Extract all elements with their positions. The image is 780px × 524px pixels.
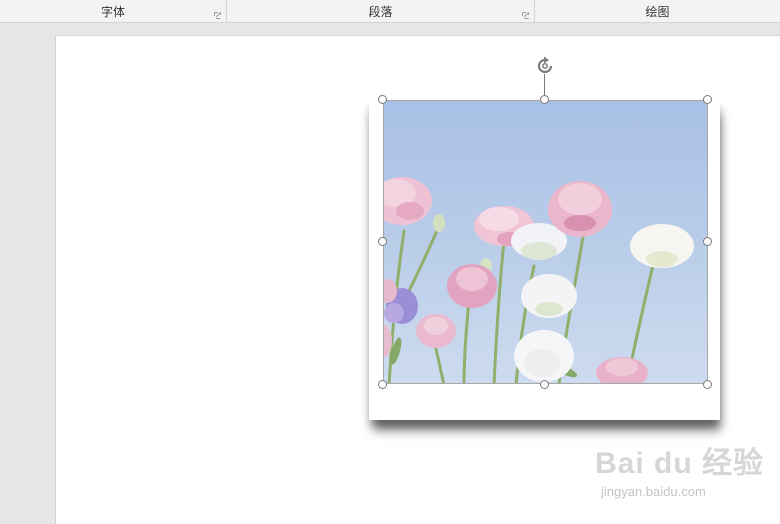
resize-handle-right[interactable] (703, 237, 712, 246)
watermark: Bai du 经验 jingyan.baidu.com (595, 438, 763, 508)
dialog-launcher-icon[interactable] (214, 12, 221, 19)
workspace-band (0, 23, 780, 35)
ribbon-group-drawing-label: 绘图 (645, 4, 670, 19)
picture[interactable] (383, 100, 708, 384)
watermark-brand: Bai du 经验 (595, 447, 765, 480)
resize-handle-top-left[interactable] (378, 95, 387, 104)
resize-handle-left[interactable] (378, 237, 387, 246)
ribbon-group-font-label: 字体 (100, 4, 125, 19)
resize-handle-top[interactable] (540, 95, 549, 104)
ribbon-group-paragraph: 段落 (227, 0, 535, 22)
resize-handle-top-right[interactable] (703, 95, 712, 104)
resize-handle-bottom-right[interactable] (703, 380, 712, 389)
ribbon-group-font: 字体 (0, 0, 227, 22)
rotate-handle-stem (544, 74, 545, 96)
rotate-icon[interactable] (534, 55, 556, 77)
watermark-url: jingyan.baidu.com (601, 484, 706, 499)
resize-handle-bottom-left[interactable] (378, 380, 387, 389)
ribbon-group-paragraph-label: 段落 (368, 4, 393, 19)
flower-photo (384, 177, 694, 383)
resize-handle-bottom[interactable] (540, 380, 549, 389)
dialog-launcher-icon[interactable] (522, 12, 529, 19)
ribbon-group-drawing: 绘图 (535, 0, 780, 22)
ribbon-group-labels: 字体 段落 绘图 (0, 0, 780, 23)
